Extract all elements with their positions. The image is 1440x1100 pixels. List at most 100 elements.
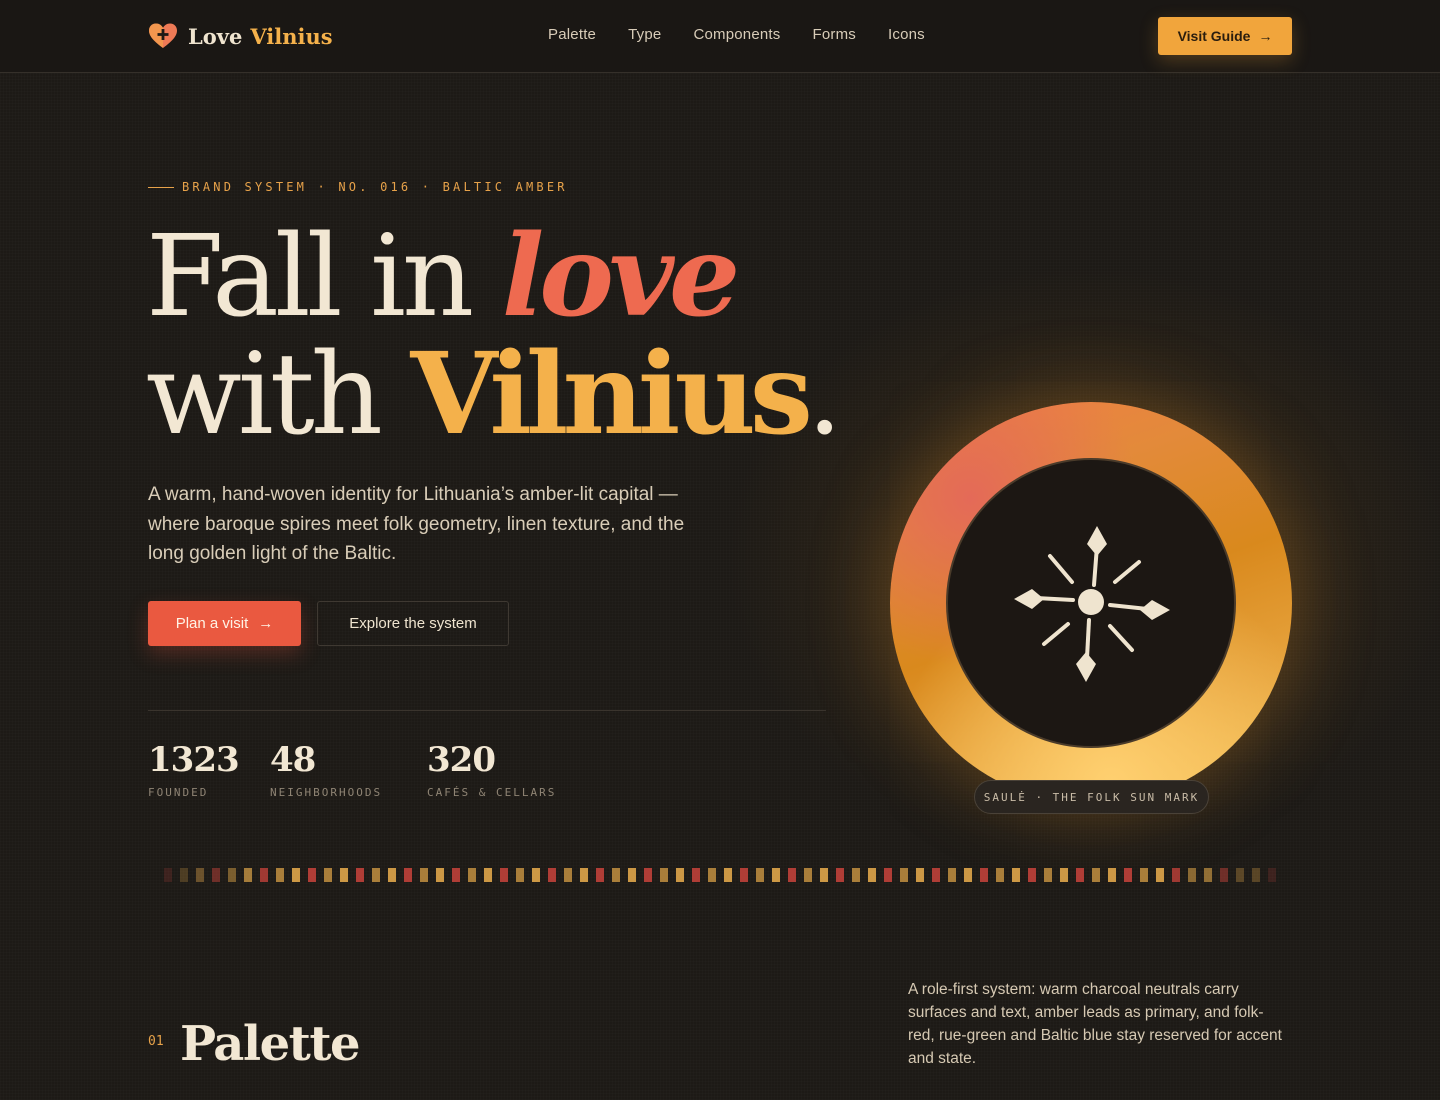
band-square [404, 868, 412, 882]
sun-caption-pill: SAULĖ · THE FOLK SUN MARK [974, 780, 1209, 814]
band-square [532, 868, 540, 882]
band-square [1108, 868, 1116, 882]
stat-label: CAFÉS & CELLARS [427, 786, 557, 799]
band-square [772, 868, 780, 882]
band-square [500, 868, 508, 882]
band-square [644, 868, 652, 882]
band-square [420, 868, 428, 882]
band-square [708, 868, 716, 882]
nav-type[interactable]: Type [628, 26, 661, 43]
top-nav-bar: Love Vilnius Palette Type Components Form… [0, 0, 1440, 73]
band-square [1156, 868, 1164, 882]
woven-band [164, 868, 1276, 882]
band-square [932, 868, 940, 882]
band-square [244, 868, 252, 882]
brand-love-text: Love [188, 23, 243, 49]
band-square [740, 868, 748, 882]
headline-line-1: Fall in love [146, 218, 839, 337]
band-square [1028, 868, 1036, 882]
heart-plus-icon [149, 23, 177, 48]
headline-love: love [501, 211, 741, 342]
section-number: 01 [148, 1034, 164, 1049]
band-square [1124, 868, 1132, 882]
band-square [1076, 868, 1084, 882]
band-square [868, 868, 876, 882]
explore-system-button[interactable]: Explore the system [317, 601, 509, 646]
band-square [292, 868, 300, 882]
band-square [900, 868, 908, 882]
band-square [964, 868, 972, 882]
band-square [580, 868, 588, 882]
sun-inner-disc [946, 458, 1236, 748]
nav-forms[interactable]: Forms [813, 26, 857, 43]
plan-visit-label: Plan a visit [175, 615, 249, 632]
band-square [1236, 868, 1244, 882]
band-square [548, 868, 556, 882]
nav-palette[interactable]: Palette [548, 26, 596, 43]
band-square [1188, 868, 1196, 882]
band-square [884, 868, 892, 882]
nav-components[interactable]: Components [693, 26, 780, 43]
band-square [516, 868, 524, 882]
stat-value: 48 [270, 740, 316, 780]
stat-label: FOUNDED [148, 786, 209, 799]
stat-neighborhoods: 48 NEIGHBORHOODS [270, 740, 382, 799]
band-square [692, 868, 700, 882]
section-title: Palette [180, 1016, 361, 1072]
band-square [356, 868, 364, 882]
stat-founded: 1323 FOUNDED [148, 740, 240, 799]
band-square [180, 868, 188, 882]
band-square [1060, 868, 1068, 882]
headline-period: . [806, 330, 843, 460]
hero-headline: Fall in love with Vilnius. [146, 218, 842, 455]
band-square [1044, 868, 1052, 882]
headline-with: with [146, 330, 411, 460]
stat-value: 320 [427, 740, 496, 780]
band-square [1220, 868, 1228, 882]
section-description: A role-first system: warm charcoal neutr… [908, 981, 1282, 1067]
headline-vilnius: Vilnius [410, 329, 812, 460]
band-square [996, 868, 1004, 882]
stat-cafes: 320 CAFÉS & CELLARS [427, 740, 556, 799]
band-square [164, 868, 172, 882]
eyebrow-text: BRAND SYSTEM · NO. 016 · BALTIC AMBER [182, 180, 568, 194]
band-square [468, 868, 476, 882]
band-square [916, 868, 924, 882]
band-square [372, 868, 380, 882]
band-square [660, 868, 668, 882]
visit-guide-button[interactable]: Visit Guide → [1158, 17, 1292, 55]
band-square [1204, 868, 1212, 882]
visit-guide-label: Visit Guide [1177, 28, 1251, 44]
band-square [804, 868, 812, 882]
band-square [1268, 868, 1276, 882]
band-square [228, 868, 236, 882]
brand-logo[interactable]: Love Vilnius [148, 22, 333, 50]
band-square [724, 868, 732, 882]
band-square [308, 868, 316, 882]
eyebrow-rule [148, 186, 174, 188]
band-square [340, 868, 348, 882]
band-square [596, 868, 604, 882]
hero-subtext: A warm, hand-woven identity for Lithuani… [148, 484, 685, 564]
folk-sun-icon [1014, 526, 1170, 682]
band-square [260, 868, 268, 882]
band-square [628, 868, 636, 882]
stat-value: 1323 [148, 740, 240, 780]
arrow-right-icon: → [1258, 28, 1273, 44]
band-square [612, 868, 620, 882]
band-square [196, 868, 204, 882]
band-square [276, 868, 284, 882]
band-square [820, 868, 828, 882]
band-square [388, 868, 396, 882]
band-square [564, 868, 572, 882]
nav-icons[interactable]: Icons [888, 26, 925, 43]
main-nav: Palette Type Components Forms Icons [548, 26, 925, 43]
plan-visit-button[interactable]: Plan a visit → [148, 601, 301, 646]
band-square [756, 868, 764, 882]
band-square [1012, 868, 1020, 882]
headline-fall-in: Fall in [146, 212, 502, 342]
headline-line-2: with Vilnius. [146, 336, 842, 455]
band-square [1092, 868, 1100, 882]
band-square [324, 868, 332, 882]
band-square [484, 868, 492, 882]
